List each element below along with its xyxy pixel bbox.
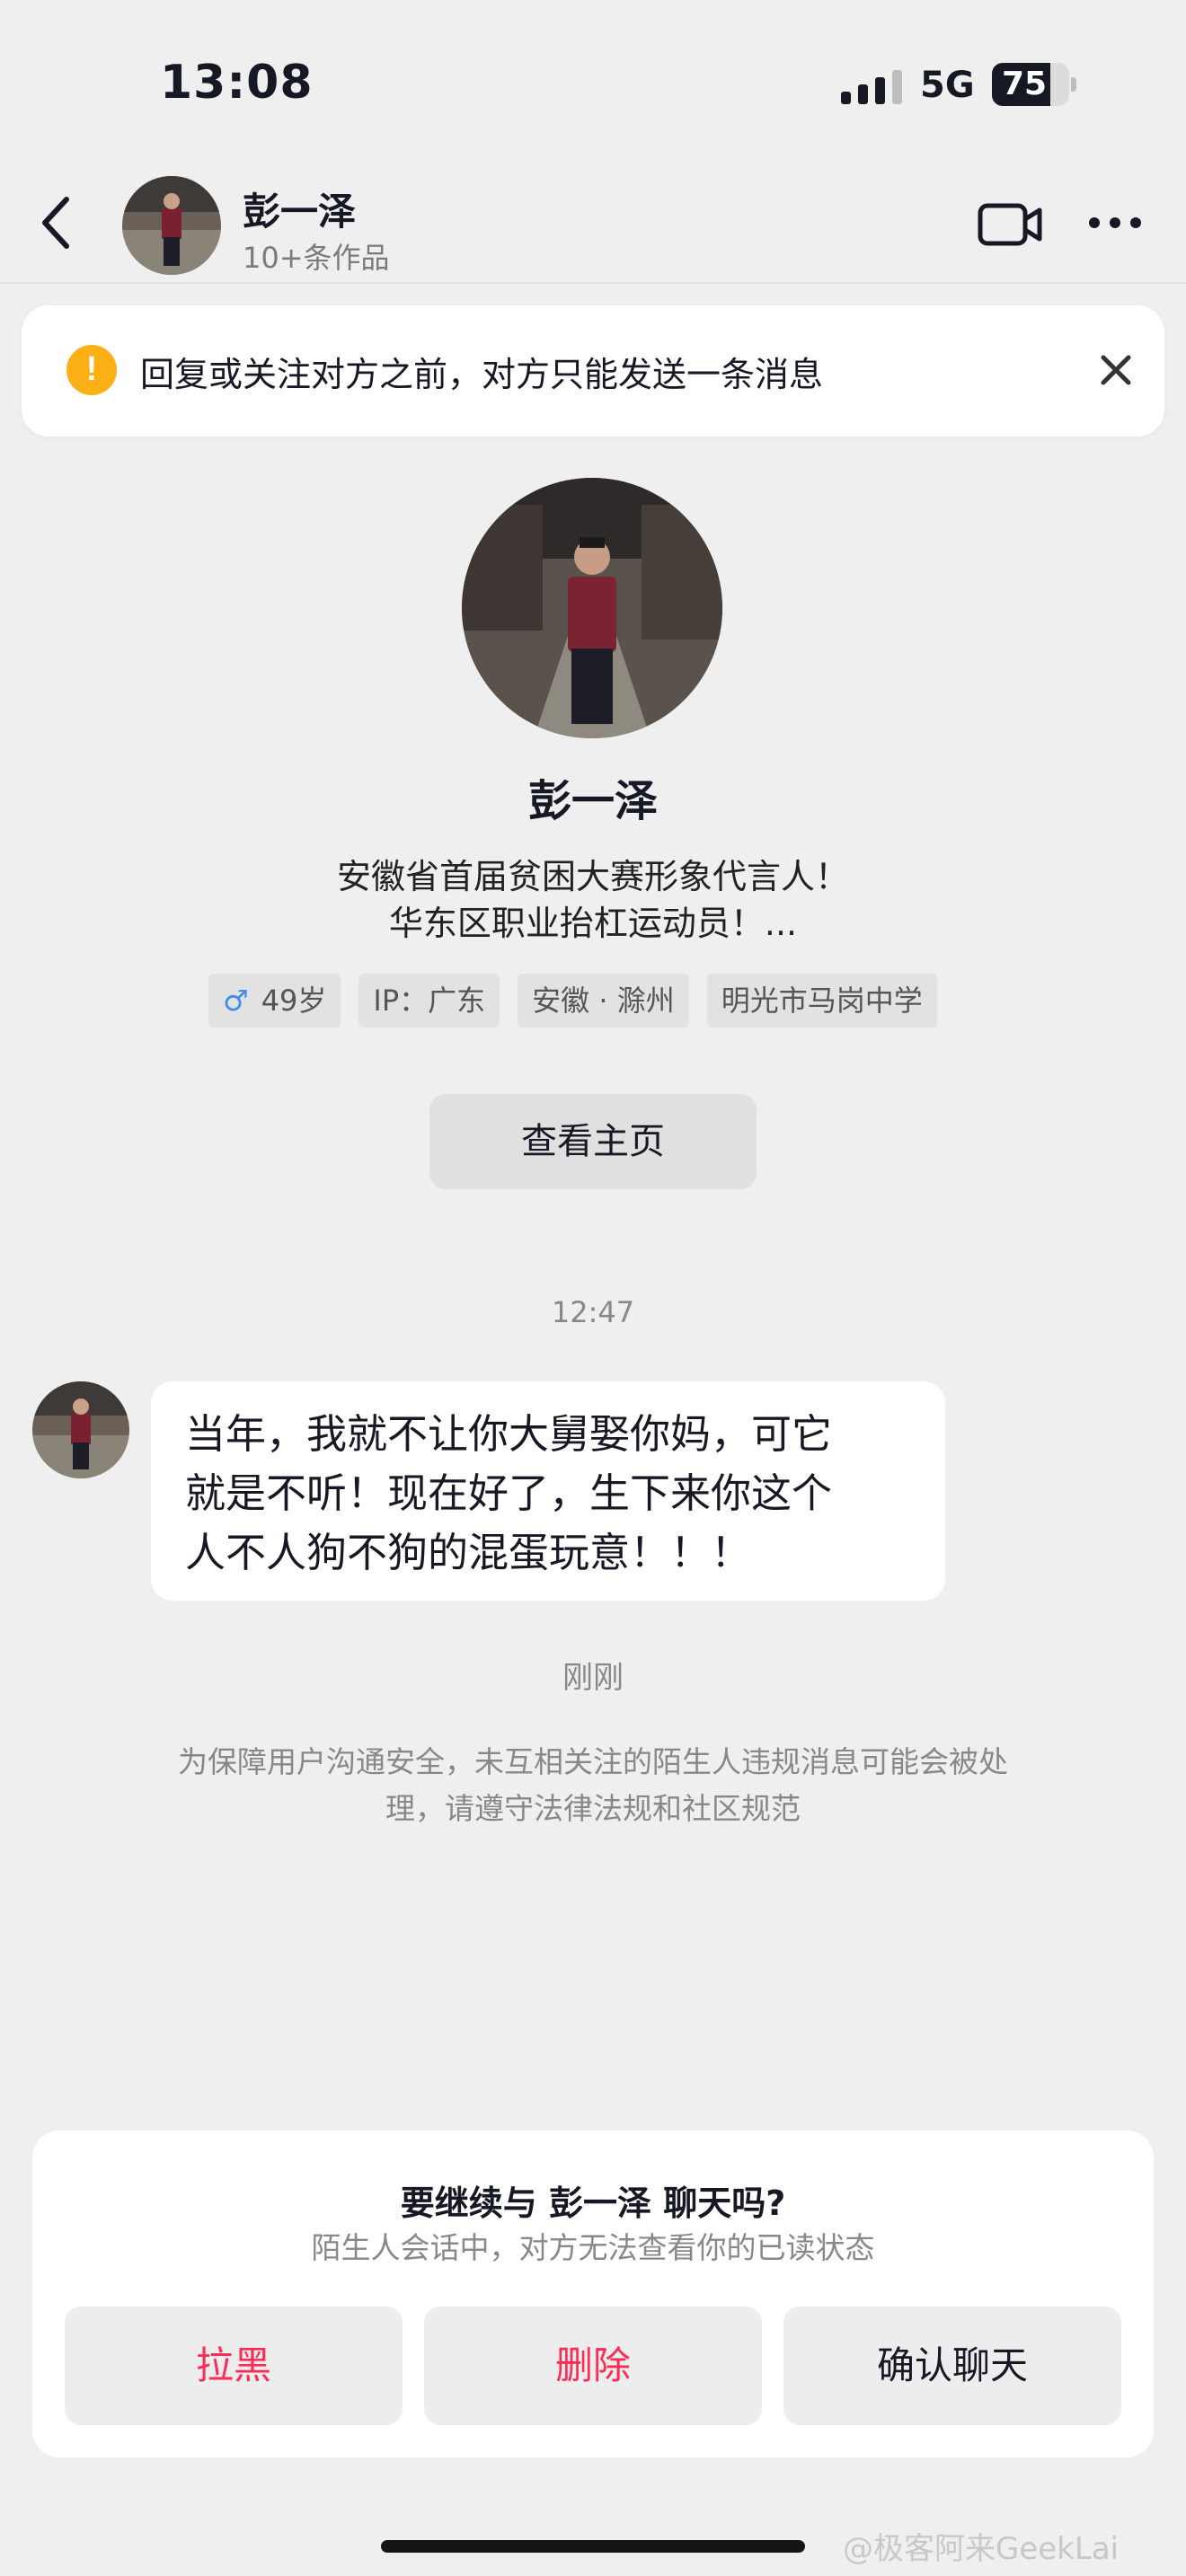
sheet-subtitle: 陌生人会话中，对方无法查看你的已读状态 [311, 2230, 875, 2265]
male-icon: ♂ [223, 984, 249, 1018]
message-bubble[interactable]: 当年，我就不让你大舅娶你妈，可它 就是不听！现在好了，生下来你这个 人不人狗不狗… [151, 1381, 945, 1601]
profile-name: 彭一泽 [527, 776, 658, 826]
view-profile-button[interactable]: 查看主页 [429, 1094, 757, 1189]
message-line: 就是不听！现在好了，生下来你这个 [185, 1469, 833, 1517]
sheet-title: 要继续与 彭一泽 聊天吗? [400, 2183, 786, 2223]
close-icon[interactable] [1098, 352, 1134, 388]
delete-button[interactable]: 删除 [424, 2307, 762, 2425]
message-timestamp: 12:47 [551, 1295, 635, 1329]
home-indicator[interactable] [381, 2540, 805, 2553]
profile-bio: 安徽省首届贫困大赛形象代言人！ 华东区职业抬杠运动员！... [0, 853, 1186, 947]
age-label: 49岁 [261, 984, 327, 1018]
block-button[interactable]: 拉黑 [65, 2307, 403, 2425]
bio-line: 安徽省首届贫困大赛形象代言人！ [336, 857, 849, 896]
notice-text: 回复或关注对方之前，对方只能发送一条消息 [140, 355, 824, 394]
video-call-icon[interactable] [978, 201, 1042, 248]
message-timestamp: 刚刚 [562, 1660, 624, 1696]
back-arrow-icon[interactable] [36, 190, 79, 255]
ip-tag: IP：广东 [358, 974, 500, 1028]
message-line: 当年，我就不让你大舅娶你妈，可它 [185, 1410, 833, 1458]
signal-icon [841, 70, 902, 104]
message-line: 人不人狗不狗的混蛋玩意！！！ [185, 1529, 752, 1576]
age-tag: ♂ 49岁 [208, 974, 341, 1028]
safety-line: 为保障用户沟通安全，未互相关注的陌生人违规消息可能会被处 [178, 1744, 1008, 1779]
stranger-chat-sheet: 要继续与 彭一泽 聊天吗? 陌生人会话中，对方无法查看你的已读状态 拉黑 删除 … [32, 2130, 1154, 2457]
battery-icon: 75 [992, 63, 1076, 106]
warning-icon: ! [66, 345, 117, 395]
watermark: @极客阿来GeekLai [843, 2531, 1120, 2567]
safety-line: 理，请遵守法律法规和社区规范 [385, 1791, 801, 1826]
stranger-notice-banner: ! 回复或关注对方之前，对方只能发送一条消息 [22, 305, 1164, 437]
profile-avatar[interactable] [462, 478, 722, 738]
location-tag: 安徽 · 滁州 [518, 974, 689, 1028]
sender-avatar[interactable] [32, 1381, 129, 1478]
status-time: 13:08 [160, 56, 314, 110]
network-label: 5G [920, 65, 975, 106]
chat-header: 彭一泽 10+条作品 [0, 162, 1186, 284]
safety-notice: 为保障用户沟通安全，未互相关注的陌生人违规消息可能会被处 理，请遵守法律法规和社… [126, 1739, 1060, 1832]
confirm-chat-button[interactable]: 确认聊天 [783, 2307, 1121, 2425]
more-icon[interactable] [1087, 212, 1143, 234]
battery-percent: 75 [1001, 66, 1048, 102]
header-avatar[interactable] [122, 176, 221, 275]
school-tag: 明光市马岗中学 [706, 974, 937, 1028]
bio-line: 华东区职业抬杠运动员！... [388, 904, 798, 943]
header-works-count: 10+条作品 [243, 241, 390, 275]
profile-tags: ♂ 49岁 IP：广东 安徽 · 滁州 明光市马岗中学 [208, 974, 937, 1028]
header-username[interactable]: 彭一泽 [243, 181, 356, 236]
